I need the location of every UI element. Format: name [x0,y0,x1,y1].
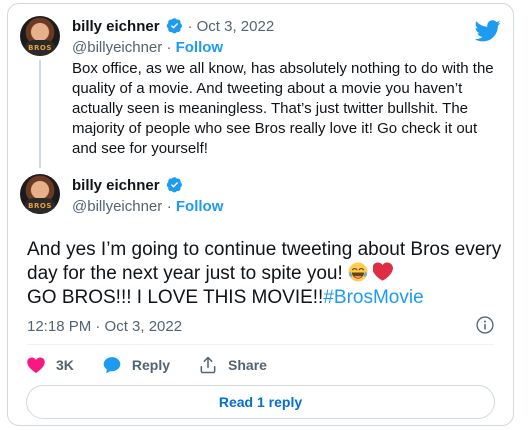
like-count: 3K [56,357,74,373]
info-icon[interactable] [475,315,495,335]
follow-button[interactable]: Follow [176,39,224,56]
user-handle[interactable]: @billyeichner [72,39,162,56]
twitter-logo-icon[interactable] [475,20,501,42]
avatar[interactable]: BROS [20,16,60,56]
name-row: billy eichner [72,176,183,195]
avatar[interactable]: BROS [20,174,60,214]
avatar-jersey: BROS [24,40,56,56]
handle-row: @billyeichner · Follow [72,39,223,56]
reply-button[interactable]: Reply [102,355,170,375]
action-bar: 3K Reply Share [26,352,295,378]
main-tweet-header: BROS billy eichner @billyeichner · Follo… [20,174,501,220]
follow-button[interactable]: Follow [176,198,224,215]
share-label: Share [228,357,267,373]
heart-icon [27,357,45,373]
verified-badge-icon [166,18,182,34]
avatar-jersey-text: BROS [28,202,52,210]
read-replies-button[interactable]: Read 1 reply [26,385,495,419]
separator: · [187,18,197,35]
tweet-text-part1: And yes I’m going to continue tweeting a… [27,239,502,284]
main-tweet-text: And yes I’m going to continue tweeting a… [27,238,507,310]
divider [27,344,494,345]
embedded-tweet-card: BROS billy eichner · Oct 3, 2022 @billye… [7,3,514,426]
display-name[interactable]: billy eichner [72,18,160,35]
handle-row: @billyeichner · Follow [72,198,223,216]
verified-badge-icon [166,177,182,193]
like-button[interactable]: 3K [26,355,74,375]
tweet-timestamp[interactable]: 12:18 PM · Oct 3, 2022 [27,318,182,335]
dot-separator: · [166,39,176,56]
thread-connector-line [39,60,41,168]
avatar-jersey: BROS [24,198,56,214]
laughing-emoji-icon [348,262,368,282]
share-icon [200,356,216,374]
display-name[interactable]: billy eichner [72,177,160,194]
reply-label: Reply [131,357,171,373]
reply-bubble-icon [103,357,121,374]
dot-separator: · [166,198,176,215]
tweet-text: Box office, as we all know, has absolute… [72,60,494,157]
tweet-date[interactable]: Oct 3, 2022 [197,18,275,35]
user-handle[interactable]: @billyeichner [72,198,162,215]
red-heart-emoji-icon [373,262,394,281]
tweet-text-part2: GO BROS!!! I LOVE THIS MOVIE!! [27,287,324,308]
share-button[interactable]: Share [198,355,267,375]
hashtag-link[interactable]: #BrosMovie [323,287,423,308]
tweet-header: billy eichner · Oct 3, 2022 [72,17,274,36]
avatar-jersey-text: BROS [28,44,52,52]
